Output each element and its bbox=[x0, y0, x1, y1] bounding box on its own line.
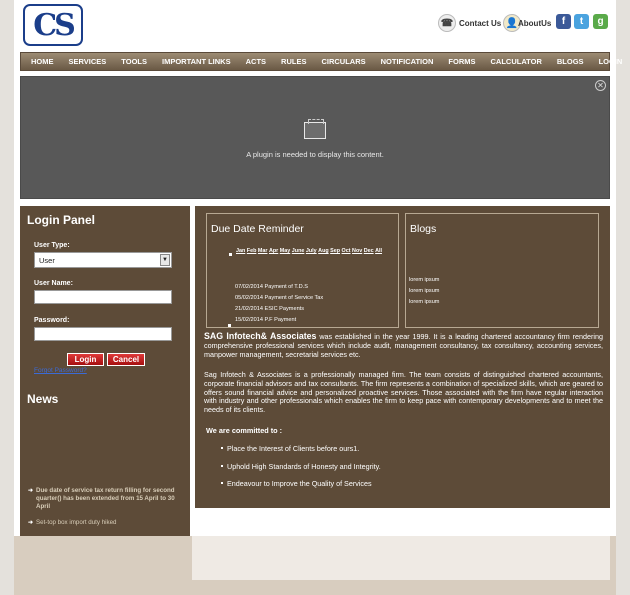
user-type-select[interactable]: User ▼ bbox=[34, 252, 172, 268]
nav-item-acts[interactable]: ACTS bbox=[246, 57, 266, 66]
month-link-all[interactable]: All bbox=[375, 248, 382, 254]
main-nav: HOME SERVICES TOOLS IMPORTANT LINKS ACTS RULE… bbox=[20, 52, 622, 71]
bullet bbox=[229, 253, 232, 256]
commitment-text: Place the Interest of Clients before our… bbox=[227, 444, 360, 453]
blog-item[interactable]: lorem ipsum bbox=[409, 277, 439, 283]
blog-item[interactable]: lorem ipsum bbox=[409, 288, 439, 294]
bullet bbox=[221, 482, 223, 484]
user-type-value: User bbox=[39, 256, 55, 265]
password-label: Password: bbox=[34, 317, 70, 324]
footer-band bbox=[14, 536, 616, 595]
nav-item-home[interactable]: HOME bbox=[31, 57, 54, 66]
close-icon[interactable]: ✕ bbox=[595, 80, 606, 91]
month-link-aug[interactable]: Aug bbox=[318, 248, 328, 254]
due-date-item: 21/02/2014 ESIC Payments bbox=[235, 306, 305, 312]
committed-title: We are committed to : bbox=[206, 426, 283, 435]
nav-item-notification[interactable]: NOTIFICATION bbox=[381, 57, 434, 66]
commitment-item: Uphold High Standards of Honesty and Int… bbox=[221, 462, 381, 471]
month-link-may[interactable]: May bbox=[280, 248, 291, 254]
about-paragraph-1: SAG Infotech& Associates was established… bbox=[204, 332, 603, 359]
nav-item-important-links[interactable]: IMPORTANT LINKS bbox=[162, 57, 231, 66]
blog-item[interactable]: lorem ipsum bbox=[409, 299, 439, 305]
chevron-down-icon: ▼ bbox=[160, 254, 170, 266]
month-link-nov[interactable]: Nov bbox=[352, 248, 362, 254]
bullet bbox=[221, 447, 223, 449]
month-link-feb[interactable]: Feb bbox=[247, 248, 257, 254]
news-item[interactable]: ➜ Due date of service tax return filling… bbox=[28, 487, 183, 510]
month-link-june[interactable]: June bbox=[292, 248, 305, 254]
nav-item-forms[interactable]: FORMS bbox=[448, 57, 475, 66]
about-paragraph-2: Sag Infotech & Associates is a professio… bbox=[204, 370, 603, 415]
news-item[interactable]: ➜ Set-top box import duty hiked bbox=[28, 519, 183, 527]
month-link-july[interactable]: July bbox=[306, 248, 317, 254]
plugin-message: A plugin is needed to display this conte… bbox=[246, 150, 384, 159]
due-date-reminder-title: Due Date Reminder bbox=[211, 223, 304, 235]
month-link-mar[interactable]: Mar bbox=[258, 248, 268, 254]
month-link-apr[interactable]: Apr bbox=[269, 248, 278, 254]
month-link-oct[interactable]: Oct bbox=[342, 248, 351, 254]
login-button[interactable]: Login bbox=[67, 353, 104, 366]
user-type-label: User Type: bbox=[34, 242, 70, 249]
nav-item-tools[interactable]: TOOLS bbox=[121, 57, 147, 66]
due-date-item: 05/02/2014 Payment of Service Tax bbox=[235, 295, 324, 301]
user-name-label: User Name: bbox=[34, 280, 73, 287]
blogs-title: Blogs bbox=[410, 223, 437, 235]
cancel-button[interactable]: Cancel bbox=[107, 353, 145, 366]
nav-item-login[interactable]: LOGIN bbox=[599, 57, 623, 66]
plugin-placeholder[interactable]: ✕ A plugin is needed to display this con… bbox=[20, 76, 610, 199]
login-panel-title: Login Panel bbox=[27, 213, 96, 227]
due-date-reminder-box: Due Date Reminder Jan Feb Mar Apr May June Jul… bbox=[206, 213, 399, 328]
bullet bbox=[228, 324, 231, 327]
company-name: SAG Infotech& Associates bbox=[204, 331, 317, 341]
due-date-item: 15/02/2014 P.F Payment bbox=[235, 317, 297, 323]
user-name-input[interactable] bbox=[34, 290, 172, 304]
commitment-item: Endeavour to Improve the Quality of Serv… bbox=[221, 479, 372, 488]
nav-item-rules[interactable]: RULES bbox=[281, 57, 306, 66]
due-date-item: 07/02/2014 Payment of T.D.S bbox=[235, 284, 308, 290]
google-icon[interactable]: g bbox=[593, 14, 608, 29]
logo-text: CS bbox=[33, 7, 76, 43]
month-link-sep[interactable]: Sep bbox=[330, 248, 340, 254]
forgot-password-link[interactable]: Forgot Password? bbox=[34, 367, 87, 374]
about-us-link[interactable]: 👤 AboutUs bbox=[503, 12, 551, 34]
arrow-right-icon: ➜ bbox=[28, 487, 34, 494]
month-filter: Jan Feb Mar Apr May June July Aug Sep Oct Nov Dec Al… bbox=[236, 248, 382, 254]
contact-us-link[interactable]: ☎ Contact Us bbox=[438, 12, 501, 34]
nav-item-calculator[interactable]: CALCULATOR bbox=[491, 57, 542, 66]
news-item-text: Set-top box import duty hiked bbox=[36, 519, 117, 526]
facebook-icon[interactable]: f bbox=[556, 14, 571, 29]
plugin-icon bbox=[304, 119, 326, 139]
logo[interactable]: CS bbox=[23, 4, 83, 46]
bullet bbox=[221, 465, 223, 467]
twitter-icon[interactable]: t bbox=[574, 14, 589, 29]
commitment-text: Uphold High Standards of Honesty and Int… bbox=[227, 462, 381, 471]
commitment-item: Place the Interest of Clients before our… bbox=[221, 444, 360, 453]
about-us-label: AboutUs bbox=[518, 18, 552, 28]
password-input[interactable] bbox=[34, 327, 172, 341]
nav-item-blogs[interactable]: BLOGS bbox=[557, 57, 584, 66]
nav-item-services[interactable]: SERVICES bbox=[69, 57, 107, 66]
nav-item-circulars[interactable]: CIRCULARS bbox=[321, 57, 365, 66]
contact-us-label: Contact Us bbox=[459, 18, 502, 28]
commitment-text: Endeavour to Improve the Quality of Serv… bbox=[227, 479, 372, 488]
month-link-dec[interactable]: Dec bbox=[364, 248, 374, 254]
month-link-jan[interactable]: Jan bbox=[236, 248, 245, 254]
blogs-box: Blogs lorem ipsum lorem ipsum lorem ipsu… bbox=[405, 213, 599, 328]
phone-icon: ☎ bbox=[438, 14, 456, 32]
news-title: News bbox=[27, 392, 59, 406]
arrow-right-icon: ➜ bbox=[28, 519, 34, 526]
